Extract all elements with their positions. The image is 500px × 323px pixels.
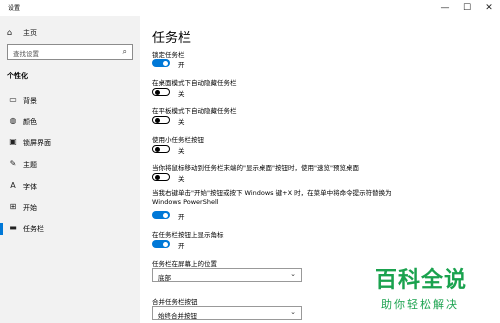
toggle-state: 开 [178,61,185,69]
sidebar-item-label: 任务栏 [23,225,44,233]
option-label: 当我右键单击"开始"按钮或按下 Windows 键+X 时，在菜单中将命令提示符… [152,189,392,206]
watermark-title: 百科全说 [375,268,468,293]
toggle-state: 开 [178,213,185,221]
combine-dropdown[interactable]: 始终合并按钮 ⌄ [152,306,302,320]
minimize-icon[interactable]: — [434,0,456,16]
toggle-knob [155,146,160,152]
position-value: 底部 [158,274,171,282]
peek-toggle[interactable] [152,173,170,181]
autohide-tablet-toggle[interactable] [152,116,170,124]
section-title: 个性化 [7,72,28,80]
taskbar-icon: ▬ [9,223,17,232]
toggle-knob [155,117,160,123]
combine-label: 合并任务栏按钮 [152,298,198,306]
toggle-state: 关 [178,175,185,183]
sidebar-item-start[interactable]: ⊞ 开始 [0,199,140,217]
toggle-state: 关 [178,147,185,155]
option-label: 在任务栏按钮上显示角标 [152,231,224,239]
sidebar-item-label: 字体 [23,183,37,191]
sidebar-item-themes[interactable]: ✎ 主题 [0,156,140,174]
sidebar-item-colors[interactable]: ◍ 颜色 [0,113,140,131]
option-label: 在平板模式下自动隐藏任务栏 [152,107,237,115]
sidebar-item-label: 背景 [23,97,37,105]
sidebar-item-lockscreen[interactable]: ▣ 锁屏界面 [0,134,140,152]
option-label: 使用小任务栏按钮 [152,136,204,144]
brush-icon: ✎ [9,159,17,168]
autohide-desktop-toggle[interactable] [152,88,170,96]
watermark-subtitle: 助你轻松解决 [381,298,459,311]
toggle-knob [155,174,160,180]
toggle-knob [163,212,168,218]
small-buttons-toggle[interactable] [152,145,170,153]
home-label: 主页 [23,29,37,37]
badges-toggle[interactable] [152,240,170,248]
sidebar-item-label: 颜色 [23,118,37,126]
sidebar-item-taskbar[interactable]: ▬ 任务栏 [0,220,140,238]
option-label: 锁定任务栏 [152,51,185,59]
toggle-state: 开 [178,242,185,250]
toggle-state: 关 [178,118,185,126]
combine-value: 始终合并按钮 [158,312,197,320]
background-icon: ▭ [9,95,17,104]
search-placeholder: 查找设置 [13,50,39,58]
chevron-down-icon: ⌄ [290,270,296,278]
lockscreen-icon: ▣ [9,137,17,146]
toggle-state: 关 [178,90,185,98]
sidebar-item-label: 开始 [23,204,37,212]
font-icon: A [10,181,16,190]
page-title: 任务栏 [152,31,192,46]
option-label: 当你将鼠标移动到任务栏末端的"显示桌面"按钮时，使用"速览"预览桌面 [152,164,359,172]
home-icon: ⌂ [7,28,13,37]
position-label: 任务栏在屏幕上的位置 [152,260,217,268]
sidebar-home[interactable]: ⌂ 主页 [7,28,37,38]
close-icon[interactable]: ✕ [478,0,500,16]
start-icon: ⊞ [9,202,17,211]
window-title: 设置 [8,5,21,12]
title-bar: 设置 — ☐ ✕ [0,0,500,16]
sidebar-item-label: 主题 [23,161,37,169]
sidebar-item-fonts[interactable]: A 字体 [0,178,140,196]
search-icon[interactable]: ⌕ [123,47,127,57]
powershell-toggle[interactable] [152,211,170,219]
palette-icon: ◍ [9,116,17,125]
watermark: 百科全说 助你轻松解决 [362,262,500,323]
toggle-knob [163,241,168,247]
sidebar-item-label: 锁屏界面 [23,139,51,147]
option-label: 在桌面模式下自动隐藏任务栏 [152,79,237,87]
lock-taskbar-toggle[interactable] [152,59,170,67]
chevron-down-icon: ⌄ [290,308,296,316]
search-input[interactable]: 查找设置 ⌕ [7,44,133,60]
toggle-knob [163,60,168,66]
sidebar: ⌂ 主页 查找设置 ⌕ 个性化 ▭ 背景 ◍ 颜色 ▣ 锁屏界面 ✎ 主题 A 字… [0,16,140,323]
sidebar-item-background[interactable]: ▭ 背景 [0,92,140,110]
maximize-icon[interactable]: ☐ [456,0,478,16]
toggle-knob [155,89,160,95]
position-dropdown[interactable]: 底部 ⌄ [152,268,302,282]
